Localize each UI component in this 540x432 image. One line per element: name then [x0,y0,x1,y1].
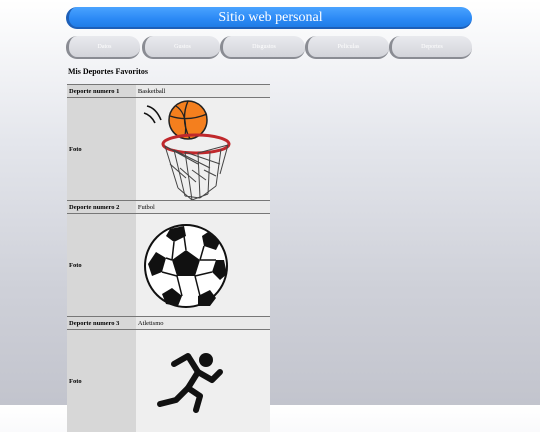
section-title: Mis Deportes Favoritos [68,67,148,76]
sport-photo-cell [136,214,270,317]
sport-photo-cell [136,98,270,201]
nav-tab-gustos[interactable]: Gustos [142,36,220,59]
table-row: Foto [67,330,270,432]
main-nav: Datos Gustos Disgustos Peliculas Deporte… [66,36,472,60]
nav-tab-deportes[interactable]: Deportes [389,36,472,59]
table-row: Foto [67,214,270,317]
sports-table: Deporte numero 1 Basketball Foto [67,84,270,432]
photo-label: Foto [67,98,136,201]
photo-label: Foto [67,214,136,317]
soccer-ball-icon [140,214,240,316]
sport-name: Atletismo [136,317,270,330]
table-row: Deporte numero 1 Basketball [67,85,270,98]
table-row: Deporte numero 3 Atletismo [67,317,270,330]
sport-photo-cell [136,330,270,432]
sport-label: Deporte numero 2 [67,201,136,214]
table-row: Deporte numero 2 Futbol [67,201,270,214]
sport-label: Deporte numero 1 [67,85,136,98]
basketball-hoop-icon [140,98,240,200]
photo-label: Foto [67,330,136,432]
nav-tab-disgustos[interactable]: Disgustos [220,36,305,59]
runner-icon [140,330,240,432]
nav-tab-datos[interactable]: Datos [66,36,140,59]
site-banner: Sitio web personal [66,7,472,29]
site-title: Sitio web personal [218,10,322,25]
nav-tab-peliculas[interactable]: Peliculas [305,36,389,59]
table-row: Foto [67,98,270,201]
sport-name: Basketball [136,85,270,98]
sport-label: Deporte numero 3 [67,317,136,330]
sport-name: Futbol [136,201,270,214]
